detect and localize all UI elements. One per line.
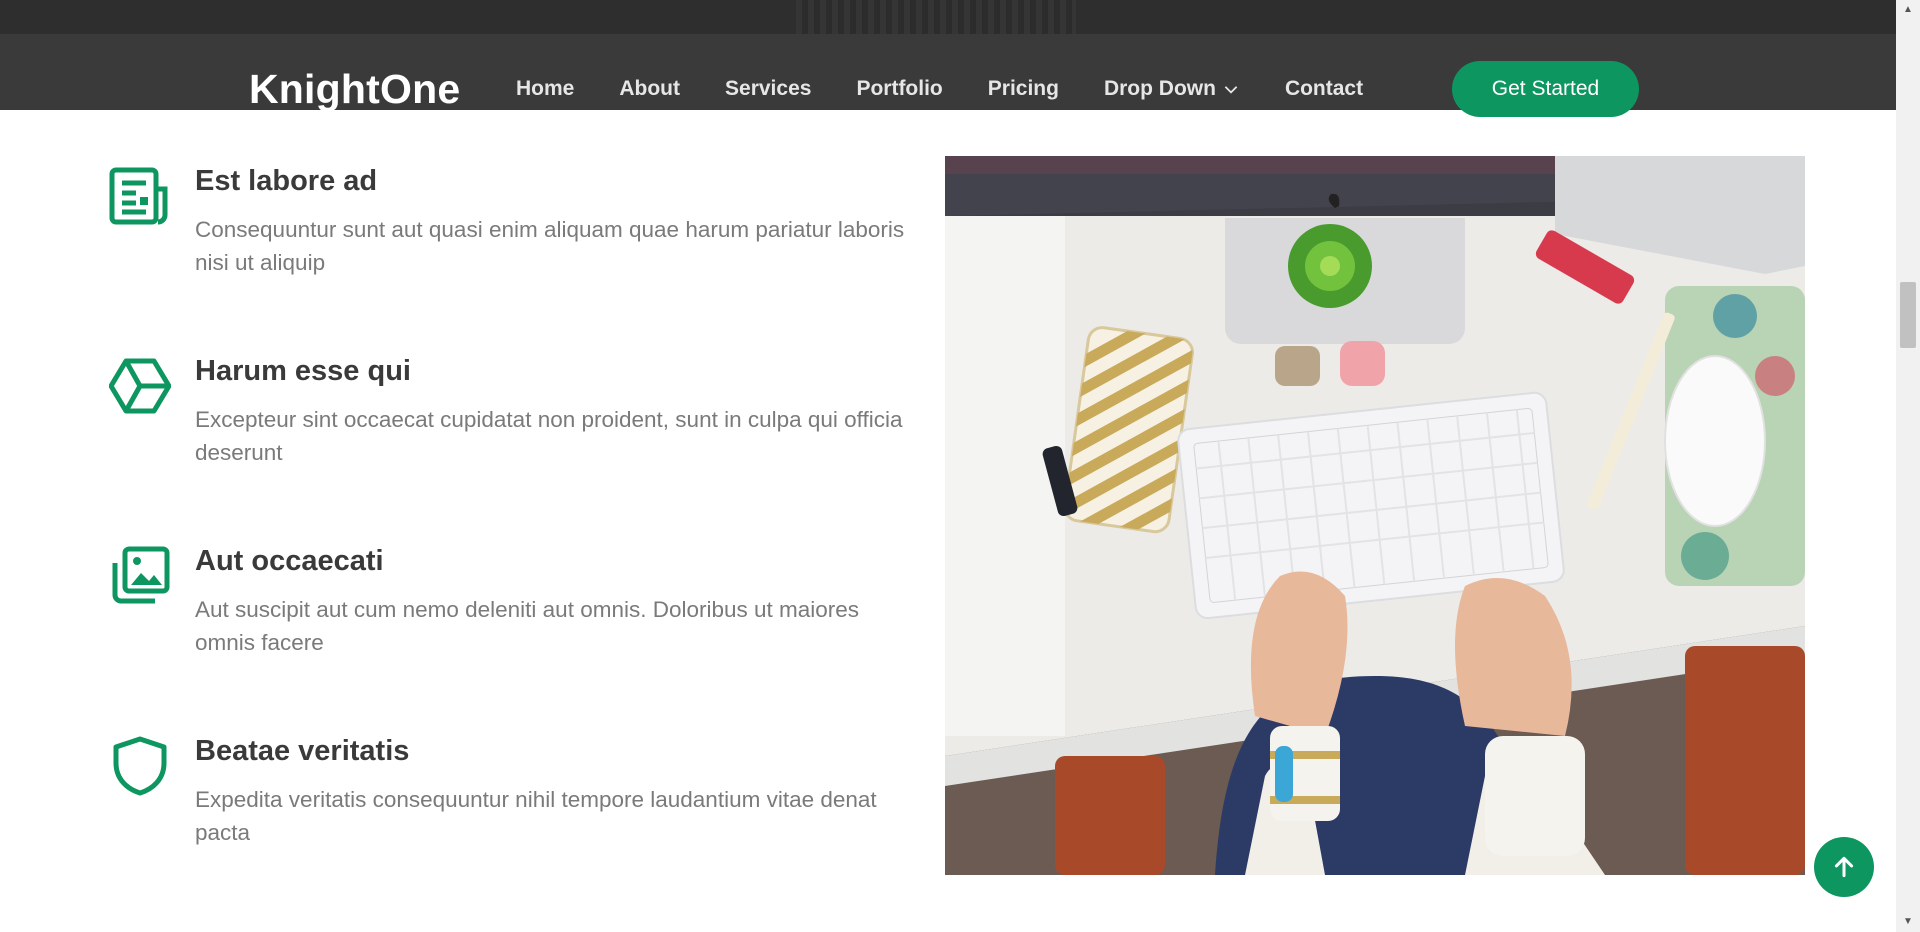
feature-text: Excepteur sint occaecat cupidatat non pr…: [195, 407, 903, 465]
arrow-up-icon: [1834, 856, 1854, 878]
nav-portfolio[interactable]: Portfolio: [856, 77, 942, 101]
scroll-up-arrow-icon[interactable]: ▲: [1896, 0, 1920, 20]
chevron-down-icon: [1224, 86, 1238, 94]
nav-services[interactable]: Services: [725, 77, 811, 101]
scrollbar-thumb[interactable]: [1900, 282, 1916, 348]
feature-title: Est labore ad: [195, 165, 378, 197]
desk-photo: [945, 156, 1805, 875]
page-scrollbar[interactable]: ▲ ▼: [1896, 0, 1920, 932]
feature-title: Beatae veritatis: [195, 735, 410, 767]
cube-icon: [108, 355, 172, 417]
nav-home[interactable]: Home: [516, 77, 574, 101]
feature-title: Aut occaecati: [195, 545, 384, 577]
back-to-top-button[interactable]: [1814, 837, 1874, 897]
header-top-strip: [0, 0, 1896, 34]
feature-text: Expedita veritatis consequuntur nihil te…: [195, 787, 877, 845]
site-header: KnightOne Home About Services Portfolio …: [0, 34, 1896, 117]
feature-text: Consequuntur sunt aut quasi enim aliquam…: [195, 217, 905, 275]
nav-contact[interactable]: Contact: [1285, 77, 1363, 101]
brand-logo[interactable]: KnightOne: [249, 65, 460, 113]
main-nav: Home About Services Portfolio Pricing Dr…: [516, 65, 1408, 113]
nav-dropdown-label: Drop Down: [1103, 77, 1216, 100]
feature-title: Harum esse qui: [195, 355, 411, 387]
shield-icon: [109, 735, 171, 797]
get-started-button[interactable]: Get Started: [1452, 61, 1639, 117]
scroll-down-arrow-icon[interactable]: ▼: [1896, 912, 1920, 932]
header-background-image: [796, 0, 1076, 34]
feature-text: Aut suscipit aut cum nemo deleniti aut o…: [195, 597, 860, 655]
nav-dropdown[interactable]: Drop Down: [1104, 77, 1240, 101]
newspaper-icon: [109, 165, 171, 227]
nav-pricing[interactable]: Pricing: [988, 77, 1059, 101]
nav-about[interactable]: About: [619, 77, 680, 101]
images-icon: [109, 545, 171, 607]
